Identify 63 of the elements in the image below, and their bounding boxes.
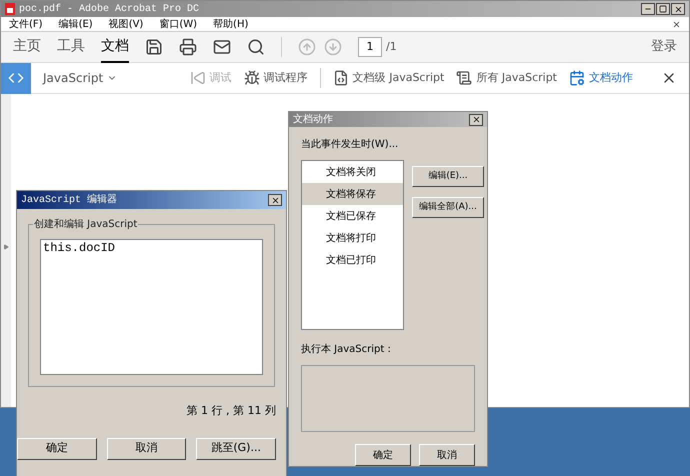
toolbar-button[interactable]: 文档级 JavaScript [332,70,444,86]
pdf-file-icon [5,3,15,15]
menu-item[interactable]: 帮助(H) [213,16,248,32]
search-icon[interactable] [247,38,265,56]
dialog-button[interactable]: 编辑(E)... [412,166,484,187]
dialog-button[interactable]: 确定 [16,438,97,460]
page-total: /1 [386,38,397,55]
toolbar-button-label: 文档动作 [589,70,633,86]
calendar-gear-icon [569,70,585,86]
login-link[interactable]: 登录 [651,37,677,57]
dialog-title: 文档动作 [293,112,333,127]
close-button[interactable] [268,194,282,206]
event-list-item[interactable]: 文档将关闭 [302,161,403,183]
dialog-button[interactable]: 跳至(G)... [196,438,276,460]
menu-item[interactable]: 窗口(W) [159,16,198,32]
close-icon [270,196,280,204]
dialog-button[interactable]: 确定 [355,444,411,466]
maximize-button[interactable] [656,3,670,15]
menu-item[interactable]: 文件(F) [9,16,43,32]
code-editor-field[interactable]: this.docID [40,239,263,375]
expand-icon[interactable] [3,244,9,250]
minimize-button[interactable] [641,3,655,15]
dialog-button[interactable]: 取消 [419,444,475,466]
main-tab[interactable]: 工具 [57,32,85,62]
page-number-field[interactable]: 1 [358,37,382,57]
close-icon [674,4,682,14]
dialog-title: JavaScript 编辑器 [21,192,118,208]
menu-item[interactable]: 视图(V) [108,16,144,32]
cursor-position: 第 1 行 , 第 11 列 [186,403,276,419]
toolbar-button-label: 调试 [210,70,232,86]
event-list-item[interactable]: 文档已保存 [302,205,403,227]
close-button[interactable] [671,3,685,15]
toolbar-button[interactable]: 所有 JavaScript [456,70,557,86]
dialog-button[interactable]: 编辑全部(A)... [412,197,484,218]
close-icon[interactable] [672,20,681,28]
toolbar-button[interactable]: 调试程序 [244,70,308,86]
script-field[interactable] [301,365,475,432]
event-label: 当此事件发生时(W)... [301,138,400,152]
maximize-icon [659,5,667,13]
main-tab[interactable]: 文档 [101,32,129,62]
close-icon [472,115,480,124]
script-label: 执行本 JavaScript : [301,342,392,357]
toolbar-button-label: 所有 JavaScript [476,70,557,86]
toolbar-button-label: 文档级 JavaScript [352,70,444,86]
event-list-item[interactable]: 文档将保存 [302,183,403,205]
menu-item[interactable]: 编辑(E) [58,16,93,32]
print-icon[interactable] [179,38,197,56]
code-file-icon [332,70,349,86]
bug-icon [244,70,260,86]
javascript-dropdown[interactable]: JavaScript [43,69,118,87]
window-title: poc.pdf - Adobe Acrobat Pro DC [19,2,200,16]
skip-back-icon [190,70,206,86]
close-button[interactable] [469,114,483,126]
main-tab[interactable]: 主页 [13,32,41,62]
event-list-item[interactable]: 文档将打印 [302,227,403,249]
save-icon[interactable] [145,38,163,56]
group-label: 创建和编辑 JavaScript [33,217,138,232]
toolbar-button-label: 调试程序 [264,70,308,86]
event-list-item[interactable]: 文档已打印 [302,249,403,271]
mail-icon[interactable] [213,38,231,56]
toolbar-button[interactable]: 文档动作 [569,70,633,86]
scroll-icon [456,70,472,86]
dialog-button[interactable]: 取消 [106,438,186,460]
